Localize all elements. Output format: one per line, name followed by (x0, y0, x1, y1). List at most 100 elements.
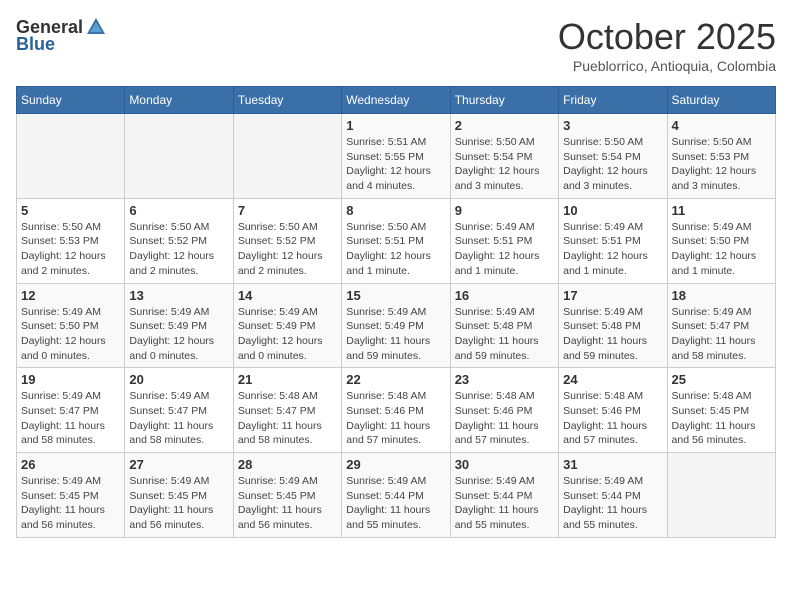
calendar-cell: 16 Sunrise: 5:49 AMSunset: 5:48 PMDayligh… (450, 283, 558, 368)
day-info: Sunrise: 5:50 AMSunset: 5:51 PMDaylight:… (346, 220, 445, 279)
day-number: 31 (563, 457, 662, 472)
weekday-header-friday: Friday (559, 87, 667, 114)
day-info: Sunrise: 5:49 AMSunset: 5:45 PMDaylight:… (21, 474, 120, 533)
day-info: Sunrise: 5:50 AMSunset: 5:54 PMDaylight:… (455, 135, 554, 194)
day-number: 30 (455, 457, 554, 472)
day-info: Sunrise: 5:48 AMSunset: 5:46 PMDaylight:… (455, 389, 554, 448)
weekday-header-wednesday: Wednesday (342, 87, 450, 114)
calendar-cell: 11 Sunrise: 5:49 AMSunset: 5:50 PMDayligh… (667, 198, 775, 283)
day-info: Sunrise: 5:50 AMSunset: 5:53 PMDaylight:… (21, 220, 120, 279)
calendar-cell (125, 114, 233, 199)
logo-icon (85, 16, 107, 38)
calendar-cell: 26 Sunrise: 5:49 AMSunset: 5:45 PMDayligh… (17, 453, 125, 538)
day-info: Sunrise: 5:49 AMSunset: 5:50 PMDaylight:… (672, 220, 771, 279)
day-info: Sunrise: 5:48 AMSunset: 5:47 PMDaylight:… (238, 389, 337, 448)
day-number: 8 (346, 203, 445, 218)
calendar-cell: 15Sunrise: 5:49 AMSunset: 5:49 PMDayligh… (342, 283, 450, 368)
calendar-cell (17, 114, 125, 199)
day-number: 5 (21, 203, 120, 218)
day-number: 21 (238, 372, 337, 387)
day-info: Sunrise: 5:49 AMSunset: 5:45 PMDaylight:… (129, 474, 228, 533)
day-info: Sunrise: 5:48 AMSunset: 5:45 PMDaylight:… (672, 389, 771, 448)
calendar-cell: 21 Sunrise: 5:48 AMSunset: 5:47 PMDayligh… (233, 368, 341, 453)
weekday-header-monday: Monday (125, 87, 233, 114)
day-info: Sunrise: 5:51 AMSunset: 5:55 PMDaylight:… (346, 135, 445, 194)
day-number: 10 (563, 203, 662, 218)
day-number: 1 (346, 118, 445, 133)
calendar-cell: 4 Sunrise: 5:50 AMSunset: 5:53 PMDaylight… (667, 114, 775, 199)
day-info: Sunrise: 5:49 AMSunset: 5:44 PMDaylight:… (346, 474, 445, 533)
calendar-cell: 13 Sunrise: 5:49 AMSunset: 5:49 PMDayligh… (125, 283, 233, 368)
calendar-cell (667, 453, 775, 538)
calendar-cell: 2 Sunrise: 5:50 AMSunset: 5:54 PMDaylight… (450, 114, 558, 199)
day-info: Sunrise: 5:49 AMSunset: 5:51 PMDaylight:… (455, 220, 554, 279)
calendar-cell: 8 Sunrise: 5:50 AMSunset: 5:51 PMDaylight… (342, 198, 450, 283)
day-number: 28 (238, 457, 337, 472)
day-info: Sunrise: 5:49 AMSunset: 5:44 PMDaylight:… (563, 474, 662, 533)
calendar-cell: 24Sunrise: 5:48 AMSunset: 5:46 PMDayligh… (559, 368, 667, 453)
title-block: October 2025 Pueblorrico, Antioquia, Col… (558, 16, 776, 74)
day-number: 18 (672, 288, 771, 303)
calendar-cell: 20 Sunrise: 5:49 AMSunset: 5:47 PMDayligh… (125, 368, 233, 453)
day-info: Sunrise: 5:49 AMSunset: 5:47 PMDaylight:… (21, 389, 120, 448)
page-header: General Blue October 2025 Pueblorrico, A… (16, 16, 776, 74)
calendar-cell: 29 Sunrise: 5:49 AMSunset: 5:44 PMDayligh… (342, 453, 450, 538)
weekday-header-sunday: Sunday (17, 87, 125, 114)
day-info: Sunrise: 5:48 AMSunset: 5:46 PMDaylight:… (346, 389, 445, 448)
calendar-cell: 17 Sunrise: 5:49 AMSunset: 5:48 PMDayligh… (559, 283, 667, 368)
day-info: Sunrise: 5:49 AMSunset: 5:45 PMDaylight:… (238, 474, 337, 533)
calendar: SundayMondayTuesdayWednesdayThursdayFrid… (16, 86, 776, 538)
day-number: 16 (455, 288, 554, 303)
calendar-cell: 7 Sunrise: 5:50 AMSunset: 5:52 PMDaylight… (233, 198, 341, 283)
day-number: 12 (21, 288, 120, 303)
weekday-header-thursday: Thursday (450, 87, 558, 114)
day-number: 26 (21, 457, 120, 472)
calendar-cell: 3Sunrise: 5:50 AMSunset: 5:54 PMDaylight… (559, 114, 667, 199)
calendar-cell: 18 Sunrise: 5:49 AMSunset: 5:47 PMDayligh… (667, 283, 775, 368)
day-number: 25 (672, 372, 771, 387)
calendar-cell: 9 Sunrise: 5:49 AMSunset: 5:51 PMDaylight… (450, 198, 558, 283)
day-number: 29 (346, 457, 445, 472)
day-info: Sunrise: 5:50 AMSunset: 5:53 PMDaylight:… (672, 135, 771, 194)
day-number: 2 (455, 118, 554, 133)
day-number: 14 (238, 288, 337, 303)
calendar-cell: 12 Sunrise: 5:49 AMSunset: 5:50 PMDayligh… (17, 283, 125, 368)
day-number: 23 (455, 372, 554, 387)
calendar-cell: 28 Sunrise: 5:49 AMSunset: 5:45 PMDayligh… (233, 453, 341, 538)
day-number: 9 (455, 203, 554, 218)
day-info: Sunrise: 5:50 AMSunset: 5:54 PMDaylight:… (563, 135, 662, 194)
month-title: October 2025 (558, 16, 776, 58)
day-number: 6 (129, 203, 228, 218)
day-number: 13 (129, 288, 228, 303)
day-info: Sunrise: 5:49 AMSunset: 5:49 PMDaylight:… (129, 305, 228, 364)
day-number: 11 (672, 203, 771, 218)
day-number: 20 (129, 372, 228, 387)
calendar-cell: 23 Sunrise: 5:48 AMSunset: 5:46 PMDayligh… (450, 368, 558, 453)
day-info: Sunrise: 5:49 AMSunset: 5:50 PMDaylight:… (21, 305, 120, 364)
weekday-header-tuesday: Tuesday (233, 87, 341, 114)
day-number: 22 (346, 372, 445, 387)
day-info: Sunrise: 5:49 AMSunset: 5:47 PMDaylight:… (672, 305, 771, 364)
day-number: 7 (238, 203, 337, 218)
day-info: Sunrise: 5:49 AMSunset: 5:48 PMDaylight:… (455, 305, 554, 364)
weekday-header-saturday: Saturday (667, 87, 775, 114)
day-info: Sunrise: 5:49 AMSunset: 5:49 PMDaylight:… (238, 305, 337, 364)
calendar-cell: 10 Sunrise: 5:49 AMSunset: 5:51 PMDayligh… (559, 198, 667, 283)
day-info: Sunrise: 5:50 AMSunset: 5:52 PMDaylight:… (238, 220, 337, 279)
calendar-cell: 22 Sunrise: 5:48 AMSunset: 5:46 PMDayligh… (342, 368, 450, 453)
day-number: 15 (346, 288, 445, 303)
calendar-cell (233, 114, 341, 199)
calendar-cell: 14 Sunrise: 5:49 AMSunset: 5:49 PMDayligh… (233, 283, 341, 368)
day-number: 17 (563, 288, 662, 303)
day-number: 27 (129, 457, 228, 472)
logo: General Blue (16, 16, 107, 55)
calendar-cell: 19Sunrise: 5:49 AMSunset: 5:47 PMDayligh… (17, 368, 125, 453)
day-number: 4 (672, 118, 771, 133)
day-info: Sunrise: 5:49 AMSunset: 5:47 PMDaylight:… (129, 389, 228, 448)
day-info: Sunrise: 5:49 AMSunset: 5:44 PMDaylight:… (455, 474, 554, 533)
location: Pueblorrico, Antioquia, Colombia (558, 58, 776, 74)
calendar-cell: 30 Sunrise: 5:49 AMSunset: 5:44 PMDayligh… (450, 453, 558, 538)
day-info: Sunrise: 5:49 AMSunset: 5:48 PMDaylight:… (563, 305, 662, 364)
day-info: Sunrise: 5:49 AMSunset: 5:51 PMDaylight:… (563, 220, 662, 279)
calendar-cell: 5 Sunrise: 5:50 AMSunset: 5:53 PMDaylight… (17, 198, 125, 283)
